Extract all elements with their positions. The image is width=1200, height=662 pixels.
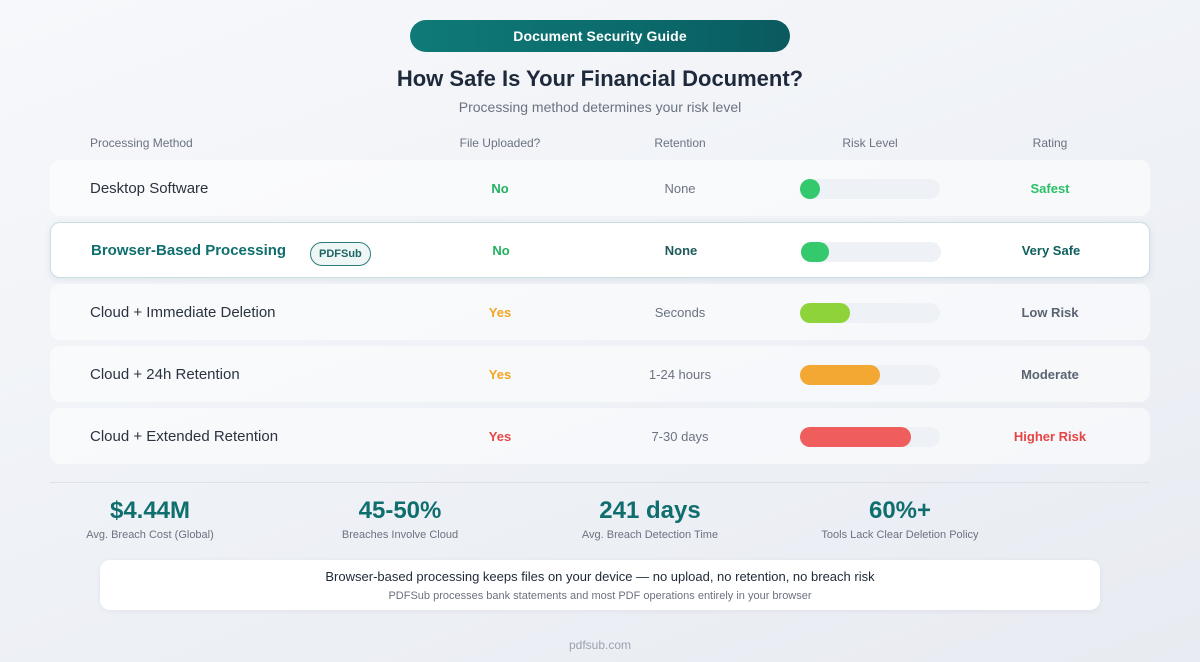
stat-value: $4.44M	[109, 497, 191, 524]
risk-level-fill	[800, 179, 820, 199]
table-row: Cloud + Immediate Deletion Yes Seconds L…	[50, 284, 1150, 340]
info-callout: Browser-based processing keeps files on …	[100, 560, 1100, 610]
risk-level-bar	[800, 303, 940, 323]
retention-value: Seconds	[654, 304, 706, 320]
risk-level-fill	[800, 365, 880, 385]
column-header-method: Processing Method	[90, 136, 193, 150]
stat-label: Tools Lack Clear Deletion Policy	[821, 529, 979, 541]
method-name: Browser-Based Processing	[91, 241, 287, 259]
stat-label: Breaches Involve Cloud	[341, 529, 459, 541]
guide-title-pill: Document Security Guide	[410, 20, 790, 52]
method-name: Cloud + Extended Retention	[90, 427, 279, 445]
pdfsub-badge: PDFSub	[310, 242, 371, 266]
stat-detection-time: 241 days Avg. Breach Detection Time	[530, 494, 770, 541]
column-header-rating: Rating	[1032, 136, 1068, 150]
upload-status: No	[491, 180, 509, 196]
stat-cloud-breaches: 45-50% Breaches Involve Cloud	[280, 494, 520, 541]
stat-breach-cost: $4.44M Avg. Breach Cost (Global)	[30, 494, 270, 541]
stat-label: Avg. Breach Cost (Global)	[86, 529, 214, 541]
method-name: Cloud + Immediate Deletion	[90, 303, 276, 321]
section-divider	[50, 482, 1150, 483]
risk-level-bar	[801, 242, 941, 262]
comparison-table: Desktop Software No None Safest Browser-…	[50, 160, 1150, 470]
column-header-upload: File Uploaded?	[459, 136, 541, 150]
table-header: Processing Method File Uploaded? Retenti…	[0, 136, 1200, 152]
upload-status: No	[492, 242, 510, 258]
risk-level-fill	[800, 303, 850, 323]
method-name: Desktop Software	[90, 179, 209, 197]
table-row: Desktop Software No None Safest	[50, 160, 1150, 216]
rating-label: Moderate	[1021, 366, 1079, 382]
rating-label: Safest	[1030, 180, 1070, 196]
footer-link[interactable]: pdfsub.com	[0, 638, 1200, 652]
method-name: Cloud + 24h Retention	[90, 365, 240, 383]
stat-value: 60%+	[868, 497, 932, 524]
table-row-highlighted: Browser-Based Processing PDFSub No None …	[50, 222, 1150, 278]
stat-value: 241 days	[599, 497, 701, 524]
retention-value: None	[664, 180, 696, 196]
page-title: How Safe Is Your Financial Document?	[396, 66, 804, 91]
callout-sub-text: PDFSub processes bank statements and mos…	[388, 590, 812, 602]
upload-status: Yes	[488, 366, 512, 382]
rating-label: Low Risk	[1021, 304, 1079, 320]
stat-value: 45-50%	[358, 497, 442, 524]
rating-label: Higher Risk	[1013, 428, 1087, 444]
risk-level-fill	[801, 242, 829, 262]
column-header-risk: Risk Level	[842, 136, 898, 150]
retention-value: 7-30 days	[651, 428, 709, 444]
retention-value: 1-24 hours	[648, 366, 712, 382]
risk-level-bar	[800, 365, 940, 385]
stats-strip: $4.44M Avg. Breach Cost (Global) 45-50% …	[0, 494, 1200, 550]
rating-label: Very Safe	[1021, 242, 1081, 258]
upload-status: Yes	[488, 428, 512, 444]
table-row: Cloud + Extended Retention Yes 7-30 days…	[50, 408, 1150, 464]
page-subtitle: Processing method determines your risk l…	[458, 99, 742, 115]
retention-value: None	[664, 242, 698, 258]
column-header-retention: Retention	[654, 136, 706, 150]
upload-status: Yes	[488, 304, 512, 320]
table-row: Cloud + 24h Retention Yes 1-24 hours Mod…	[50, 346, 1150, 402]
callout-main-text: Browser-based processing keeps files on …	[325, 569, 875, 584]
risk-level-bar	[800, 179, 940, 199]
risk-level-fill	[800, 427, 911, 447]
stat-deletion-policy: 60%+ Tools Lack Clear Deletion Policy	[780, 494, 1020, 541]
risk-level-bar	[800, 427, 940, 447]
guide-title-label: Document Security Guide	[513, 28, 687, 44]
stat-label: Avg. Breach Detection Time	[581, 529, 719, 541]
